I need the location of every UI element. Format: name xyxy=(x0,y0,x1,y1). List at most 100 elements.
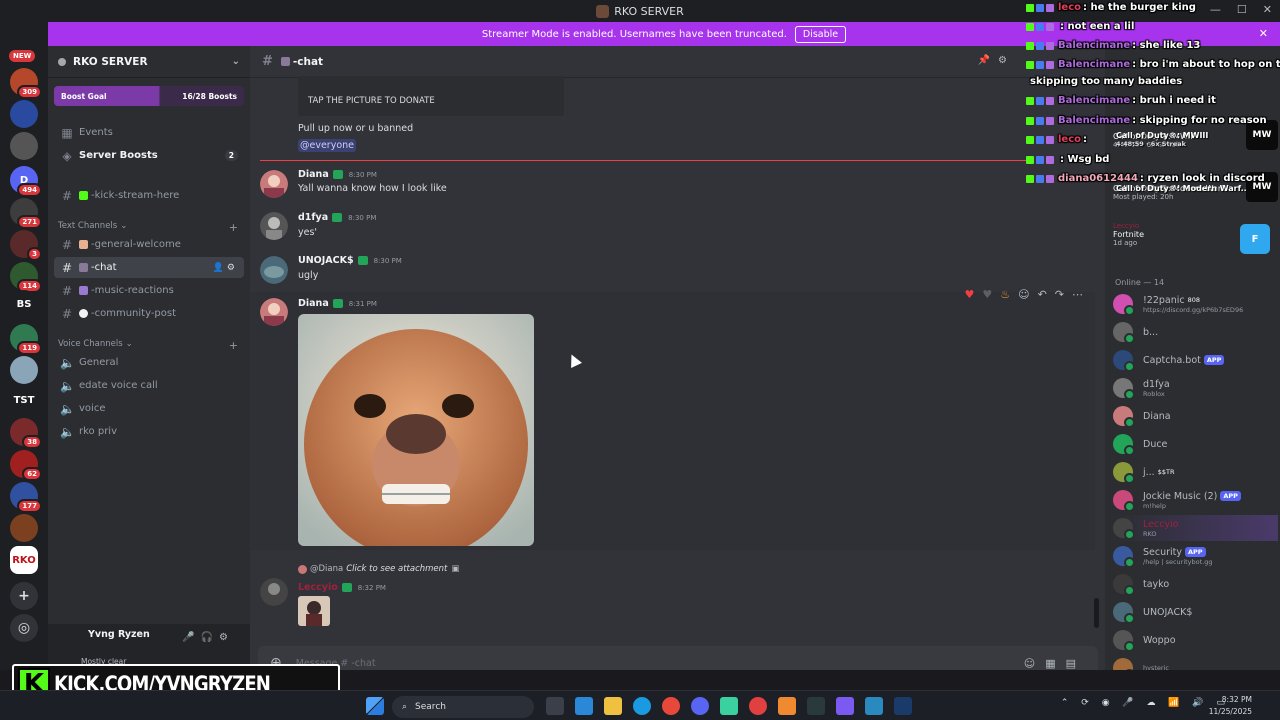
server-icon-11[interactable]: 38 xyxy=(10,418,42,449)
server-icon-3[interactable]: D 494 xyxy=(10,166,42,197)
message-author[interactable]: Diana 8:31 PM xyxy=(298,298,377,309)
voice-channel-rko-priv[interactable]: 🔈 rko priv xyxy=(54,421,244,442)
everyone-mention[interactable]: @everyone xyxy=(298,139,357,152)
avatar[interactable] xyxy=(260,298,288,326)
member-row[interactable]: UNOJACK$ xyxy=(1113,599,1278,625)
message-author[interactable]: d1fya 8:30 PM xyxy=(298,212,376,223)
server-icon-14[interactable] xyxy=(10,514,38,542)
discord-icon[interactable] xyxy=(691,697,709,715)
member-row[interactable]: b... xyxy=(1113,319,1278,345)
server-icon-1[interactable] xyxy=(10,100,38,128)
events-label: Events xyxy=(79,127,113,138)
server-icon-9[interactable] xyxy=(10,356,38,384)
chat-scrollbar[interactable] xyxy=(1094,598,1099,628)
server-header[interactable]: RKO SERVER ⌄ xyxy=(48,46,250,78)
channel-music-reactions[interactable]: # -music-reactions xyxy=(54,280,244,301)
voice-channel-voice[interactable]: 🔈 voice xyxy=(54,398,244,419)
add-channel-icon[interactable]: + xyxy=(229,339,238,352)
server-icon-6[interactable]: 114 xyxy=(10,262,42,293)
taskbar-search[interactable]: ⌕ Search xyxy=(392,696,534,718)
donation-embed[interactable]: TAP THE PICTURE TO DONATE xyxy=(298,76,564,116)
store-icon[interactable] xyxy=(575,697,593,715)
disable-button[interactable]: Disable xyxy=(794,25,847,43)
system-tray[interactable]: ⌃ ⟳ ◉ 🎤 ☁ 📶 🔊 ▭ xyxy=(1061,698,1230,708)
message-author[interactable]: Diana 8:30 PM xyxy=(298,169,377,180)
reply-icon[interactable]: ↶ xyxy=(1038,288,1047,301)
member-row[interactable]: Captcha.bot APP xyxy=(1113,347,1278,373)
sticker-image[interactable] xyxy=(298,596,330,626)
member-row[interactable]: d1fya Roblox xyxy=(1113,375,1278,401)
terminal-icon[interactable] xyxy=(807,697,825,715)
user-controls[interactable]: 🎤🎧⚙ xyxy=(182,632,234,643)
channel-kick-stream-here[interactable]: # -kick-stream-here xyxy=(54,185,244,206)
file-explorer-icon[interactable] xyxy=(604,697,622,715)
steam-icon[interactable] xyxy=(894,697,912,715)
member-row[interactable]: !22panic 808 https://discord.gg/kP6b7sED96 xyxy=(1113,291,1278,317)
member-row[interactable]: Leccyio RKO xyxy=(1113,515,1278,541)
server-icon-0[interactable]: 309 xyxy=(10,68,42,99)
more-icon[interactable]: ⋯ xyxy=(1072,288,1083,301)
category-text-channels[interactable]: Text Channels ⌄ + xyxy=(58,221,238,234)
windows-start-icon[interactable] xyxy=(366,697,384,715)
app-icon[interactable] xyxy=(720,697,738,715)
grey-heart-reaction-icon[interactable]: ♥ xyxy=(982,288,992,301)
photos-icon[interactable] xyxy=(865,697,883,715)
server-icon-12[interactable]: 62 xyxy=(10,450,42,481)
member-row[interactable]: Security APP/help | securitybot.gg xyxy=(1113,543,1278,569)
voice-channel-general[interactable]: 🔈 General xyxy=(54,352,244,373)
app-icon[interactable] xyxy=(836,697,854,715)
fire-reaction-icon[interactable]: ♨ xyxy=(1000,288,1010,301)
message-author[interactable]: Leccyio 8:32 PM xyxy=(298,582,386,593)
member-row[interactable]: tayko xyxy=(1113,571,1278,597)
channel-general-welcome[interactable]: # -general-welcome xyxy=(54,234,244,255)
task-view-icon[interactable] xyxy=(546,697,564,715)
discover-icon[interactable]: ◎ xyxy=(10,614,38,642)
member-row[interactable]: Woppo xyxy=(1113,627,1278,653)
overlay-game-card: Call of Duty®: MWIII 4:48:59 · 6x Streak xyxy=(1116,131,1208,148)
category-voice-channels[interactable]: Voice Channels ⌄ + xyxy=(58,339,238,352)
heart-reaction-icon[interactable]: ♥ xyxy=(964,288,974,301)
sidebar-item-server-boosts[interactable]: ◈ Server Boosts 2 xyxy=(54,145,244,166)
server-icon-5[interactable]: 3 xyxy=(10,230,42,261)
member-row[interactable]: Diana xyxy=(1113,403,1278,429)
message-author[interactable]: UNOJACK$ 8:30 PM xyxy=(298,255,402,266)
member-row[interactable]: hysteric xyxy=(1113,655,1278,670)
forward-icon[interactable]: ↷ xyxy=(1055,288,1064,301)
member-row[interactable]: j... $$TR xyxy=(1113,459,1278,485)
server-icon-15[interactable]: RKO xyxy=(10,546,38,574)
member-row[interactable]: Jockie Music (2) APP m!help xyxy=(1113,487,1278,513)
chat-badge-icon xyxy=(1046,116,1054,125)
reply-preview[interactable]: @Diana Click to see attachment ▣ xyxy=(298,564,459,574)
server-icon-8[interactable]: 119 xyxy=(10,324,42,355)
channel-settings-icons[interactable]: 👤⚙ xyxy=(213,263,238,273)
server-icon-7[interactable]: BS xyxy=(10,290,38,318)
attachment-image[interactable] xyxy=(298,314,534,546)
new-badge: NEW xyxy=(9,50,36,62)
server-icon-2[interactable] xyxy=(10,132,38,160)
server-icon-10[interactable]: TST xyxy=(10,386,38,414)
avatar[interactable] xyxy=(260,256,288,284)
app-icon[interactable] xyxy=(749,697,767,715)
app-icon[interactable] xyxy=(778,697,796,715)
clock[interactable]: 8:32 PM 11/25/2025 xyxy=(1209,694,1252,718)
channel-community-post[interactable]: # -community-post xyxy=(54,303,244,324)
channel-chat[interactable]: # -chat 👤⚙ xyxy=(54,257,244,278)
member-row[interactable]: Duce xyxy=(1113,431,1278,457)
server-icon-13[interactable]: 177 xyxy=(10,482,42,513)
avatar[interactable] xyxy=(260,578,288,606)
voice-channel-edate[interactable]: 🔈 edate voice call xyxy=(54,375,244,396)
add-server-icon[interactable]: + xyxy=(10,582,38,610)
chrome-icon[interactable] xyxy=(662,697,680,715)
avatar[interactable] xyxy=(260,170,288,198)
composer-icons[interactable]: ☺▦▤ xyxy=(1024,657,1086,670)
username[interactable]: Yvng Ryzen xyxy=(88,629,150,640)
add-reaction-icon[interactable]: ☺ xyxy=(1018,288,1029,301)
edge-icon[interactable] xyxy=(633,697,651,715)
message-composer[interactable]: ⊕ Message # -chat ☺▦▤ xyxy=(258,646,1098,670)
add-channel-icon[interactable]: + xyxy=(229,221,238,234)
server-icon-4[interactable]: 271 xyxy=(10,198,42,229)
boost-goal-bar[interactable]: Boost Goal 16/28 Boosts xyxy=(54,86,244,106)
sidebar-item-events[interactable]: ▦ Events xyxy=(54,122,244,143)
avatar[interactable] xyxy=(260,212,288,240)
header-icons[interactable]: 📌⚙ xyxy=(978,55,1015,66)
